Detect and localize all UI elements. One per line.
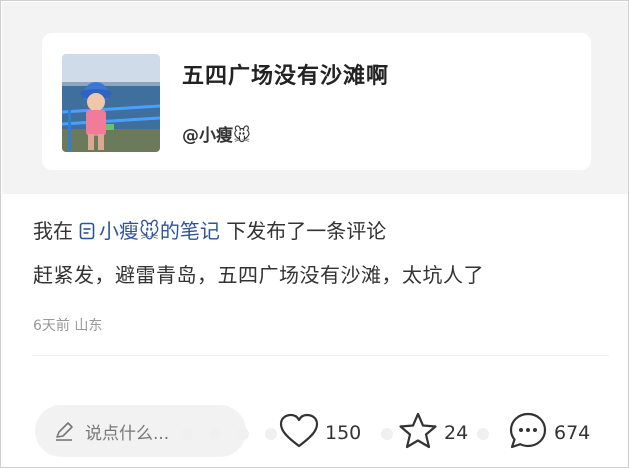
note-title[interactable]: 五四广场没有沙滩啊 [182, 58, 389, 90]
heart-icon [279, 413, 319, 453]
favorite-count: 24 [444, 422, 469, 444]
indicator-dot [209, 428, 221, 440]
like-button[interactable]: 150 [279, 411, 361, 455]
indicator-dot [181, 428, 193, 440]
comment-body: 赶紧发，避雷青岛，五四广场没有沙滩，太坑人了 [33, 263, 484, 287]
comment-block: 我在 小瘦🐭的笔记 下发布了一条评论 赶紧发，避雷青岛，五四广场没有沙滩，太坑人了 [33, 215, 608, 291]
indicator-dot [381, 428, 393, 440]
comment-count: 674 [554, 422, 591, 444]
comments-button[interactable]: 674 [508, 411, 590, 455]
indicator-dot [477, 428, 489, 440]
favorite-button[interactable]: 24 [398, 411, 468, 455]
comment-prefix: 我在 [33, 219, 73, 243]
note-author[interactable]: @小瘦🐭 [182, 121, 251, 146]
indicator-dot [265, 428, 277, 440]
pencil-icon [53, 420, 75, 446]
document-icon [79, 217, 95, 249]
comment-meta: 6天前 山东 [33, 318, 103, 334]
star-icon [398, 412, 438, 454]
quoted-note-card[interactable]: 五四广场没有沙滩啊 @小瘦🐭 [42, 33, 591, 170]
note-thumbnail[interactable] [62, 54, 160, 152]
note-link-label: 小瘦🐭的笔记 [99, 219, 220, 243]
note-thumbnail-image [62, 54, 160, 152]
note-link[interactable]: 小瘦🐭的笔记 [73, 219, 220, 243]
comment-suffix: 下发布了一条评论 [226, 219, 387, 243]
like-count: 150 [325, 422, 362, 444]
indicator-dot [237, 428, 249, 440]
comment-bubble-icon [508, 411, 548, 455]
comment-header-line: 我在 小瘦🐭的笔记 下发布了一条评论 [33, 215, 608, 249]
divider [33, 355, 609, 356]
quoted-note-area: 五四广场没有沙滩啊 @小瘦🐭 [2, 2, 628, 194]
reply-input-placeholder: 说点什么... [85, 424, 170, 444]
comment-notification-screen: 五四广场没有沙滩啊 @小瘦🐭 我在 小瘦🐭的笔记 下发布了一条评论 赶紧发，避雷青… [0, 0, 629, 468]
